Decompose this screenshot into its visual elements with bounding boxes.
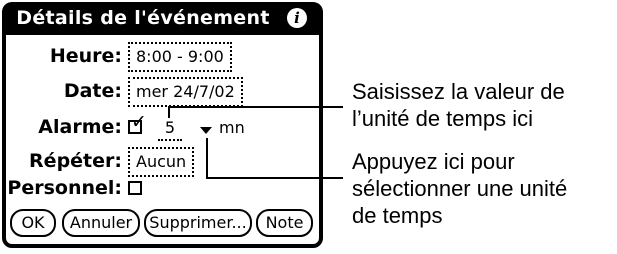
cancel-button[interactable]: Annuler — [62, 209, 140, 237]
callout-unit-text-2: sélectionner une unité — [352, 176, 568, 201]
alarm-unit[interactable]: mn — [219, 115, 245, 141]
delete-button[interactable]: Supprimer... — [144, 209, 252, 237]
date-label: Date: — [63, 80, 122, 102]
callout-value-text-2: l’unité de temps ici — [352, 106, 533, 131]
alarm-unit-dropdown-arrow-icon[interactable] — [200, 127, 212, 134]
info-icon[interactable]: i — [287, 8, 307, 28]
callout-unit-text-1: Appuyez ici pour — [352, 149, 515, 174]
alarm-checkbox[interactable]: ✓ — [128, 112, 147, 134]
note-button[interactable]: Note — [256, 209, 313, 237]
time-label: Heure: — [49, 45, 122, 67]
repeat-field[interactable]: Aucun — [128, 147, 195, 177]
dialog-title: Détails de l'événement — [16, 7, 270, 29]
time-field[interactable]: 8:00 - 9:00 — [128, 42, 232, 72]
callout-line-unit-vertical — [206, 138, 208, 178]
callout-unit-text-3: de temps — [352, 203, 443, 228]
alarm-value-input[interactable]: 5 — [158, 115, 182, 141]
callout-line-value — [168, 106, 343, 108]
dialog-titlebar: Détails de l'événement i — [2, 2, 323, 35]
checkmark-icon: ✓ — [131, 111, 147, 133]
date-field[interactable]: mer 24/7/02 — [128, 77, 243, 107]
ok-button[interactable]: OK — [10, 209, 56, 237]
alarm-label: Alarme: — [38, 116, 122, 138]
callout-value-text-1: Saisissez la valeur de — [352, 79, 565, 104]
private-checkbox[interactable] — [128, 181, 142, 195]
repeat-label: Répéter: — [29, 150, 122, 172]
callout-line-unit — [206, 177, 343, 179]
private-label: Personnel: — [7, 177, 122, 199]
